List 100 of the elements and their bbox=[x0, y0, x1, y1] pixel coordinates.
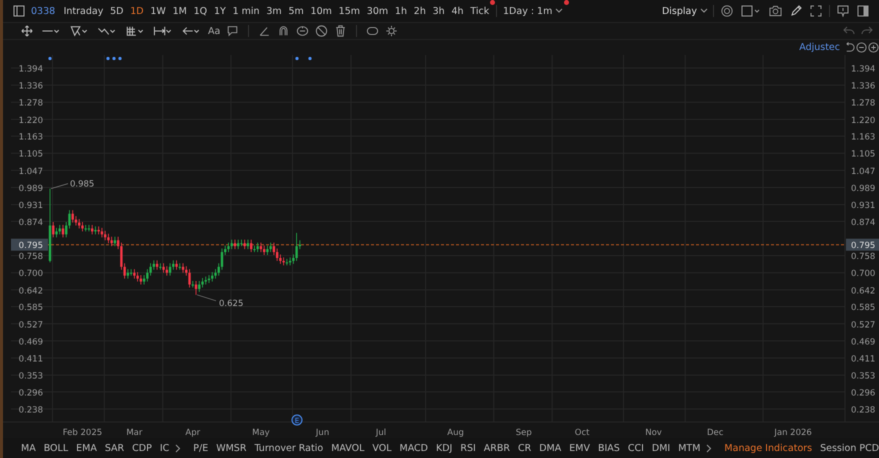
price-axis-label: 1.105 bbox=[18, 150, 43, 160]
price-axis-label: 0.642 bbox=[18, 286, 43, 296]
price-axis-label: 0.469 bbox=[851, 337, 876, 348]
price-axis-label: 1.220 bbox=[851, 116, 876, 126]
price-axis-label: 1.394 bbox=[851, 64, 876, 74]
candlestick bbox=[295, 232, 298, 262]
candlestick bbox=[140, 274, 142, 285]
interval-tab[interactable]: 1Y bbox=[210, 6, 230, 16]
interval-tab[interactable]: 3h bbox=[429, 6, 448, 16]
date-axis-label: Sep bbox=[516, 428, 532, 438]
indicator-tab[interactable]: VOL bbox=[368, 442, 396, 454]
interval-tab[interactable]: 5D bbox=[106, 6, 127, 16]
price-axis-label: 0.931 bbox=[851, 201, 876, 212]
indicator-tab[interactable]: MAVOL bbox=[327, 442, 368, 454]
indicator-tab[interactable]: MACD bbox=[396, 442, 432, 454]
candlestick bbox=[94, 226, 97, 235]
price-axis-label: 1.336 bbox=[851, 82, 876, 92]
price-axis-label: 1.163 bbox=[18, 132, 43, 143]
indicator-tab[interactable]: IC bbox=[156, 442, 174, 454]
candlestick bbox=[282, 256, 285, 266]
indicator-tab[interactable]: Turnover Ratio bbox=[250, 442, 328, 454]
display-button[interactable]: Display bbox=[660, 6, 710, 16]
indicator-tab[interactable]: DMA bbox=[535, 442, 566, 454]
indicator-tab[interactable]: CR bbox=[514, 442, 536, 454]
candlestick bbox=[266, 245, 269, 256]
price-mode-link[interactable]: Adjustec bbox=[799, 42, 840, 53]
indicator-tab[interactable]: CCI bbox=[624, 442, 648, 454]
indicator-tab[interactable]: EMA bbox=[72, 442, 101, 454]
candlestick bbox=[136, 272, 139, 282]
candlestick bbox=[130, 268, 132, 276]
candlestick bbox=[250, 239, 252, 252]
interval-tab[interactable]: 15m bbox=[335, 6, 364, 16]
interval-tab[interactable]: Intraday bbox=[60, 6, 107, 16]
candlestick bbox=[133, 268, 136, 280]
indicator-tab[interactable]: RSI bbox=[456, 442, 480, 454]
last-price-label: 0.795 bbox=[11, 238, 48, 252]
interval-tab[interactable]: 2h bbox=[410, 6, 430, 16]
candlestick bbox=[246, 239, 250, 250]
price-axis-label: 0.700 bbox=[851, 269, 876, 280]
indicator-tab[interactable]: EMV bbox=[565, 442, 594, 454]
price-axis-label: 0.469 bbox=[18, 337, 43, 348]
interval-tab[interactable]: 1W bbox=[147, 6, 170, 16]
interval-tab[interactable]: 1Q bbox=[190, 6, 211, 16]
interval-tab[interactable]: 3m bbox=[262, 6, 286, 16]
text-tool[interactable]: Aa bbox=[208, 26, 220, 36]
candlestick bbox=[175, 260, 178, 270]
price-axis-label: 1.163 bbox=[851, 132, 876, 143]
indicator-tab[interactable]: CDP bbox=[128, 442, 156, 454]
date-axis-label: Jul bbox=[376, 428, 386, 438]
price-axis-label: 1.278 bbox=[851, 98, 876, 109]
indicator-tab[interactable]: DMI bbox=[648, 442, 674, 454]
candlestick bbox=[100, 227, 104, 238]
date-axis-label: Apr bbox=[185, 428, 200, 438]
indicator-tab[interactable]: ARBR bbox=[480, 442, 514, 454]
price-annotation: 0.985 bbox=[70, 180, 94, 190]
stock-symbol[interactable]: 0338 bbox=[31, 6, 56, 16]
price-axis-label: 0.527 bbox=[18, 320, 43, 330]
price-axis-label: 1.394 bbox=[18, 64, 43, 74]
date-axis-label: Jun bbox=[316, 428, 330, 438]
indicator-tab[interactable]: BOLL bbox=[40, 442, 72, 454]
price-axis-label: 0.238 bbox=[18, 406, 43, 416]
indicator-tab[interactable]: WMSR bbox=[212, 442, 250, 454]
price-axis-label: 0.527 bbox=[851, 320, 876, 330]
date-axis-label: Dec bbox=[706, 428, 724, 438]
interval-tab[interactable]: 1h bbox=[392, 6, 410, 16]
manage-indicators-link[interactable]: Manage Indicators bbox=[720, 442, 816, 454]
indicator-tab[interactable]: MTM bbox=[674, 442, 704, 454]
candlestick bbox=[149, 262, 152, 276]
indicator-tab[interactable]: P/E bbox=[189, 442, 212, 454]
interval-tab[interactable]: 5m bbox=[285, 6, 308, 16]
candlestick bbox=[78, 218, 80, 229]
indicator-tab[interactable]: KDJ bbox=[432, 442, 456, 454]
candlestick bbox=[211, 272, 214, 282]
indicator-tab[interactable]: SAR bbox=[100, 442, 128, 454]
price-axis-label: 1.105 bbox=[851, 150, 876, 160]
price-axis-label: 0.238 bbox=[851, 406, 876, 416]
candlestick bbox=[58, 224, 61, 235]
period-select[interactable]: 1Day : 1m bbox=[500, 6, 567, 16]
indicator-tab[interactable]: BIAS bbox=[594, 442, 624, 454]
candlestick bbox=[156, 260, 158, 270]
candlestick bbox=[52, 222, 54, 238]
price-axis-label: 0.874 bbox=[18, 218, 43, 228]
interval-tab[interactable]: 4h bbox=[448, 6, 467, 16]
price-axis-label: 0.296 bbox=[18, 388, 43, 398]
price-axis-label: 0.585 bbox=[18, 303, 43, 314]
candlestick bbox=[288, 256, 292, 266]
price-axis-label: 0.642 bbox=[851, 286, 876, 296]
price-axis-label: 0.353 bbox=[851, 372, 876, 382]
price-axis-label: 0.353 bbox=[18, 372, 43, 382]
session-label[interactable]: Session PCD bbox=[816, 442, 879, 454]
date-axis-label: May bbox=[252, 428, 270, 438]
price-axis-label: 1.220 bbox=[18, 116, 43, 126]
price-annotation: 0.625 bbox=[219, 298, 244, 309]
interval-tab[interactable]: 1D bbox=[126, 6, 147, 16]
interval-tab[interactable]: Tick bbox=[466, 6, 493, 16]
interval-tab[interactable]: 1 min bbox=[229, 6, 263, 16]
interval-tab[interactable]: 1M bbox=[169, 6, 190, 16]
interval-tab[interactable]: 30m bbox=[363, 6, 392, 16]
interval-tab[interactable]: 10m bbox=[307, 6, 336, 16]
indicator-tab[interactable]: MA bbox=[17, 442, 40, 454]
